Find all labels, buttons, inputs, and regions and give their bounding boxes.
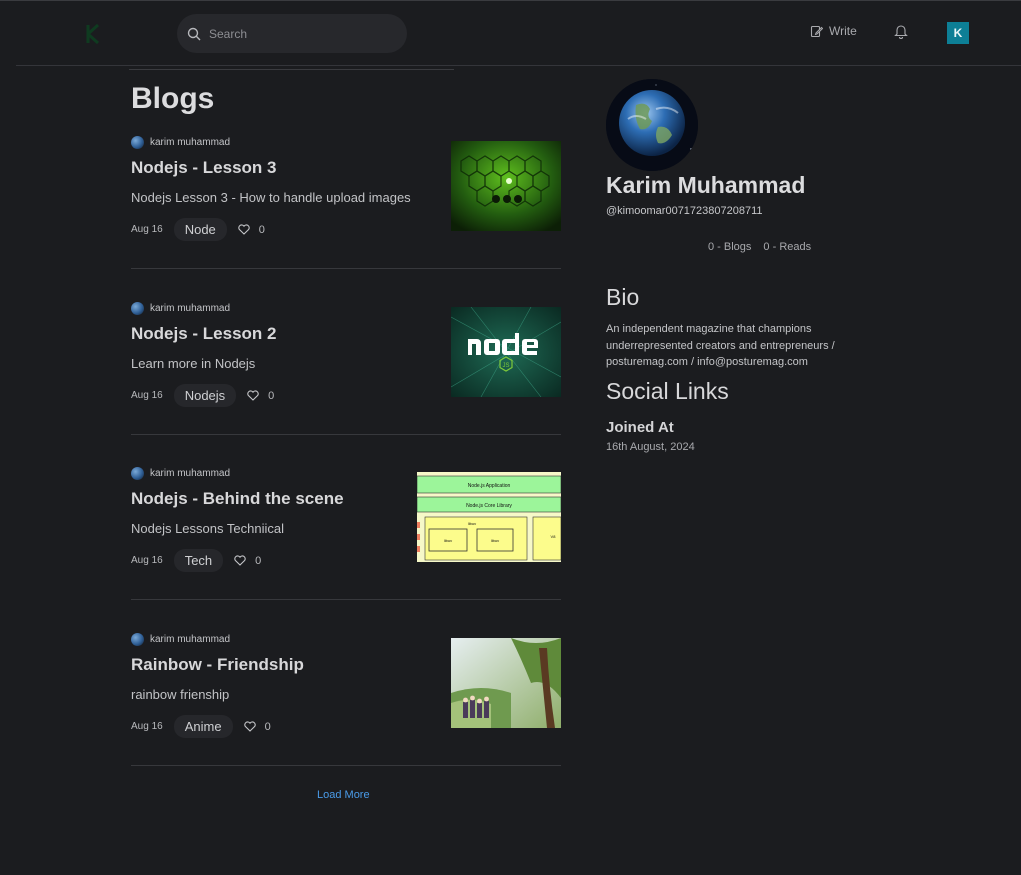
profile-name: Karim Muhammad <box>606 172 806 198</box>
diagram-label: libuv <box>468 521 476 526</box>
post-date: Aug 16 <box>131 721 163 732</box>
earth-image <box>606 79 698 171</box>
author-avatar <box>131 633 144 646</box>
author-name: karim muhammad <box>150 634 231 645</box>
post-meta: Aug 16 Node 0 <box>131 218 265 241</box>
logo-icon[interactable] <box>80 21 106 47</box>
heart-icon <box>247 390 259 401</box>
heart-icon <box>234 555 246 566</box>
search-input[interactable] <box>209 26 389 41</box>
post-description: Nodejs Lesson 3 - How to handle upload i… <box>131 190 411 205</box>
post-author[interactable]: karim muhammad <box>131 302 230 315</box>
author-name: karim muhammad <box>150 468 231 479</box>
post-author[interactable]: karim muhammad <box>131 136 230 149</box>
diagram-label: Node.js Core Library <box>466 503 512 509</box>
post-title[interactable]: Nodejs - Behind the scene <box>131 489 344 509</box>
author-avatar <box>131 302 144 315</box>
post-meta: Aug 16 Tech 0 <box>131 549 261 572</box>
blog-post-card[interactable]: karim muhammad Rainbow - Friendship rain… <box>131 633 561 773</box>
joined-heading: Joined At <box>606 419 674 436</box>
post-tag[interactable]: Node <box>173 218 227 241</box>
heart-icon <box>243 721 256 732</box>
post-thumbnail[interactable] <box>451 638 561 728</box>
social-links-heading: Social Links <box>606 378 729 404</box>
user-avatar-button[interactable]: K <box>947 22 969 44</box>
likes-count: 0 <box>255 554 262 567</box>
svg-text:JS: JS <box>502 363 509 369</box>
bio-heading: Bio <box>606 284 640 310</box>
post-title[interactable]: Nodejs - Lesson 2 <box>131 324 276 344</box>
post-tag[interactable]: Nodejs <box>173 384 237 407</box>
author-name: karim muhammad <box>150 137 231 148</box>
write-button[interactable]: Write <box>810 24 857 38</box>
post-meta: Aug 16 Anime 0 <box>131 715 271 738</box>
post-meta: Aug 16 Nodejs 0 <box>131 384 274 407</box>
post-description: rainbow frienship <box>131 687 230 702</box>
diagram-label: V8 <box>551 534 557 539</box>
post-description: Learn more in Nodejs <box>131 356 256 371</box>
profile-stats: 0 - Blogs 0 - Reads <box>708 241 811 253</box>
load-more-button[interactable]: Load More <box>317 789 370 801</box>
edit-icon <box>810 25 823 37</box>
bell-icon[interactable] <box>894 23 908 39</box>
blog-post-card[interactable]: karim muhammad Nodejs - Behind the scene… <box>131 467 561 607</box>
post-divider <box>131 765 561 766</box>
blogs-count: 0 - Blogs <box>708 241 752 253</box>
navbar: Write K <box>16 1 1021 66</box>
blog-post-card[interactable]: karim muhammad Nodejs - Lesson 3 Nodejs … <box>131 136 561 276</box>
post-tag[interactable]: Anime <box>173 715 233 738</box>
search-bar[interactable] <box>177 14 407 53</box>
sub-divider <box>129 69 454 70</box>
post-date: Aug 16 <box>131 390 163 401</box>
author-name: karim muhammad <box>150 303 231 314</box>
author-avatar <box>131 136 144 149</box>
post-thumbnail[interactable]: Node.js Application Node.js Core Library… <box>417 472 561 562</box>
blog-post-card[interactable]: karim muhammad Nodejs - Lesson 2 Learn m… <box>131 302 561 442</box>
post-likes[interactable]: 0 <box>234 555 261 567</box>
post-author[interactable]: karim muhammad <box>131 467 230 480</box>
profile-handle: @kimoomar0071723807208711 <box>606 205 763 217</box>
diagram-label: libuv <box>444 538 452 543</box>
post-title[interactable]: Nodejs - Lesson 3 <box>131 158 276 178</box>
post-divider <box>131 434 561 435</box>
profile-avatar <box>606 79 698 171</box>
likes-count: 0 <box>258 223 265 236</box>
post-thumbnail[interactable]: JS <box>451 307 561 397</box>
write-label: Write <box>829 24 857 38</box>
avatar-initial: K <box>953 26 963 40</box>
post-tag[interactable]: Tech <box>173 549 224 572</box>
page-title: Blogs <box>131 82 215 115</box>
search-icon <box>187 27 201 40</box>
post-likes[interactable]: 0 <box>247 390 274 402</box>
diagram-label: libuv <box>491 538 499 543</box>
bio-text: An independent magazine that champions u… <box>606 323 835 368</box>
post-likes[interactable]: 0 <box>238 224 265 236</box>
likes-count: 0 <box>268 389 275 402</box>
post-likes[interactable]: 0 <box>243 720 271 733</box>
post-divider <box>131 268 561 269</box>
post-date: Aug 16 <box>131 555 163 566</box>
heart-icon <box>238 224 250 235</box>
author-avatar <box>131 467 144 480</box>
post-thumbnail[interactable] <box>451 141 561 231</box>
likes-count: 0 <box>264 720 271 733</box>
post-author[interactable]: karim muhammad <box>131 633 230 646</box>
post-divider <box>131 599 561 600</box>
post-description: Nodejs Lessons Techniical <box>131 521 284 536</box>
joined-date: 16th August, 2024 <box>606 441 695 453</box>
reads-count: 0 - Reads <box>763 241 812 253</box>
post-title[interactable]: Rainbow - Friendship <box>131 655 304 675</box>
post-date: Aug 16 <box>131 224 163 235</box>
diagram-label: Node.js Application <box>468 483 511 489</box>
